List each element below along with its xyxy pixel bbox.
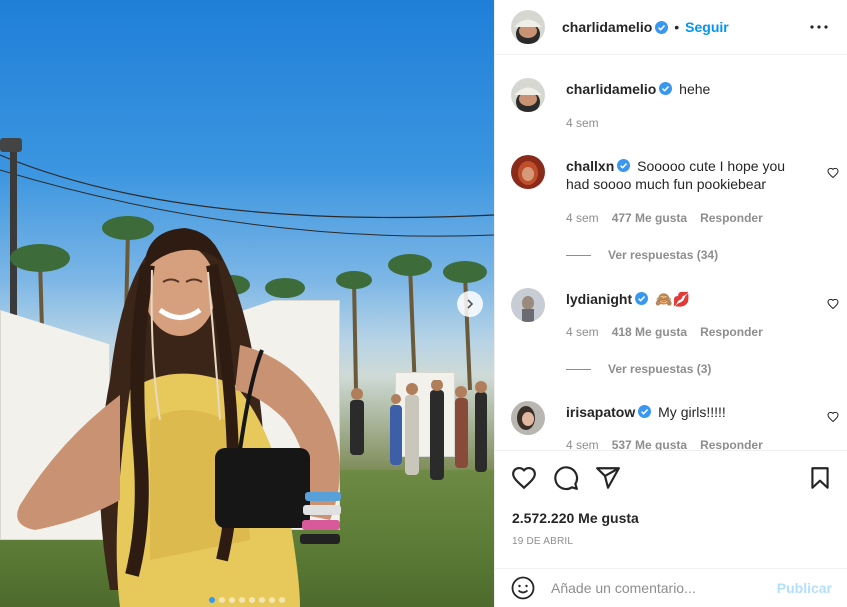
avatar[interactable] [511, 78, 545, 112]
comment-input[interactable] [551, 580, 777, 596]
verified-icon [638, 405, 652, 418]
comment-username[interactable]: challxn [566, 158, 614, 174]
follow-button[interactable]: Seguir [685, 19, 729, 35]
carousel-dot [239, 597, 245, 603]
chevron-right-icon [467, 299, 474, 309]
share-icon[interactable] [595, 465, 621, 491]
comment-icon[interactable] [553, 465, 579, 491]
reply-button[interactable]: Responder [700, 438, 763, 450]
comment-meta: 4 sem 477 Me gusta Responder [566, 211, 763, 225]
caption-body: charlidamelio hehe [566, 80, 806, 98]
heart-icon[interactable] [827, 411, 839, 423]
post-photo [0, 0, 494, 607]
carousel-dot [209, 597, 215, 603]
comment-username[interactable]: lydianight [566, 291, 632, 307]
more-icon[interactable] [809, 19, 829, 35]
replies-line [566, 254, 591, 256]
publish-button[interactable]: Publicar [777, 580, 832, 596]
comment-meta: 4 sem 418 Me gusta Responder [566, 325, 763, 339]
emoji-icon[interactable] [511, 576, 535, 600]
avatar-image [511, 10, 545, 44]
verified-icon [655, 20, 669, 34]
author-username[interactable]: charlidamelio [562, 19, 652, 35]
carousel-next-button[interactable] [457, 291, 483, 317]
separator-dot: • [674, 19, 680, 35]
comment-text: 🙈💋 [655, 291, 690, 307]
view-replies-label: Ver respuestas (34) [608, 248, 719, 262]
carousel-dot [249, 597, 255, 603]
avatar[interactable] [511, 155, 545, 189]
carousel-dot [229, 597, 235, 603]
comment-meta: 4 sem 537 Me gusta Responder [566, 438, 763, 450]
comment-body: lydianight 🙈💋 [566, 290, 806, 308]
carousel-dot [259, 597, 265, 603]
verified-icon [635, 292, 649, 305]
caption-username[interactable]: charlidamelio [566, 81, 656, 97]
avatar[interactable] [511, 10, 545, 44]
post-date: 19 DE ABRIL [512, 536, 574, 547]
comment-body: challxn Sooooo cute I hope you had soooo… [566, 157, 806, 193]
add-comment-bar: Publicar [495, 568, 847, 607]
heart-icon[interactable] [827, 298, 839, 310]
view-replies-button[interactable]: Ver respuestas (3) [566, 362, 711, 376]
reply-button[interactable]: Responder [700, 325, 763, 339]
comment-username[interactable]: irisapatow [566, 404, 635, 420]
comments-list: charlidamelio hehe 4 sem challxn Sooooo … [495, 56, 847, 450]
comment-body: irisapatow My girls!!!!! [566, 403, 806, 421]
verified-icon [659, 82, 673, 95]
carousel-dots [0, 597, 494, 603]
reply-button[interactable]: Responder [700, 211, 763, 225]
comment-time[interactable]: 4 sem [566, 438, 599, 450]
avatar-image [511, 155, 545, 189]
caption-text: hehe [679, 81, 711, 97]
carousel-dot [219, 597, 225, 603]
carousel-dot [279, 597, 285, 603]
post-header: charlidamelio • Seguir [495, 0, 847, 55]
avatar-image [511, 288, 545, 322]
heart-icon[interactable] [827, 167, 839, 179]
comment-time[interactable]: 4 sem [566, 211, 599, 225]
avatar[interactable] [511, 401, 545, 435]
comment-time[interactable]: 4 sem [566, 325, 599, 339]
replies-line [566, 368, 591, 370]
likes-count[interactable]: 2.572.220 Me gusta [512, 510, 639, 526]
carousel-dot [269, 597, 275, 603]
view-replies-label: Ver respuestas (3) [608, 362, 712, 376]
comment-text: My girls!!!!! [658, 404, 726, 420]
person-figure [17, 228, 341, 607]
avatar-image [511, 401, 545, 435]
caption-meta: 4 sem [566, 116, 599, 130]
comment-likes[interactable]: 477 Me gusta [612, 211, 687, 225]
caption-time[interactable]: 4 sem [566, 116, 599, 130]
post-panel: charlidamelio • Seguir charlidamelio heh… [494, 0, 847, 607]
avatar[interactable] [511, 288, 545, 322]
bookmark-icon[interactable] [807, 465, 833, 491]
comment-likes[interactable]: 418 Me gusta [612, 325, 687, 339]
verified-icon [617, 159, 631, 172]
heart-icon[interactable] [511, 465, 537, 491]
view-replies-button[interactable]: Ver respuestas (34) [566, 248, 718, 262]
comment-likes[interactable]: 537 Me gusta [612, 438, 687, 450]
post-actions: 2.572.220 Me gusta 19 DE ABRIL [495, 450, 847, 568]
avatar-image [511, 78, 545, 112]
